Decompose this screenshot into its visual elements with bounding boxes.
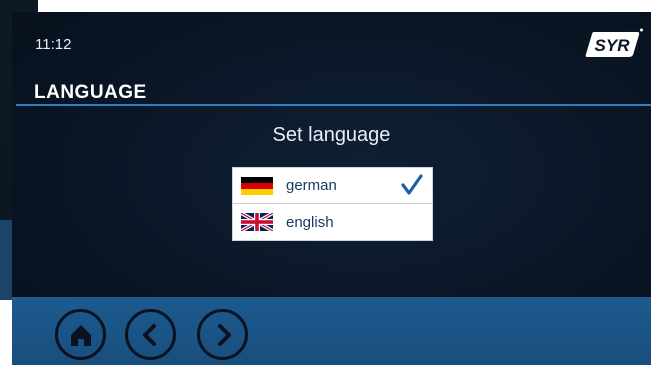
title-divider <box>16 104 651 106</box>
device-screen: 11:12 SYR LANGUAGE Set language german e… <box>12 12 651 365</box>
bottom-navigation-bar <box>12 297 651 365</box>
back-button[interactable] <box>125 309 176 360</box>
status-time: 11:12 <box>35 36 72 53</box>
language-option-german[interactable]: german <box>233 168 432 204</box>
language-label-german: german <box>286 177 337 194</box>
page-title: LANGUAGE <box>34 82 147 103</box>
syr-logo: SYR <box>583 28 643 59</box>
language-option-english[interactable]: english <box>233 204 432 240</box>
device-bezel-edge <box>0 220 12 300</box>
language-list: german english <box>232 167 433 241</box>
home-icon <box>70 324 91 346</box>
syr-logo-text: SYR <box>595 36 631 55</box>
uk-flag-icon <box>241 213 273 231</box>
germany-flag-icon <box>241 176 273 195</box>
page-subtitle: Set language <box>272 124 391 146</box>
home-button[interactable] <box>55 309 106 360</box>
chevron-right-icon <box>217 323 231 346</box>
chevron-left-icon <box>142 323 156 346</box>
language-label-english: english <box>286 213 334 231</box>
checkmark-icon <box>401 174 423 195</box>
forward-button[interactable] <box>197 309 248 360</box>
